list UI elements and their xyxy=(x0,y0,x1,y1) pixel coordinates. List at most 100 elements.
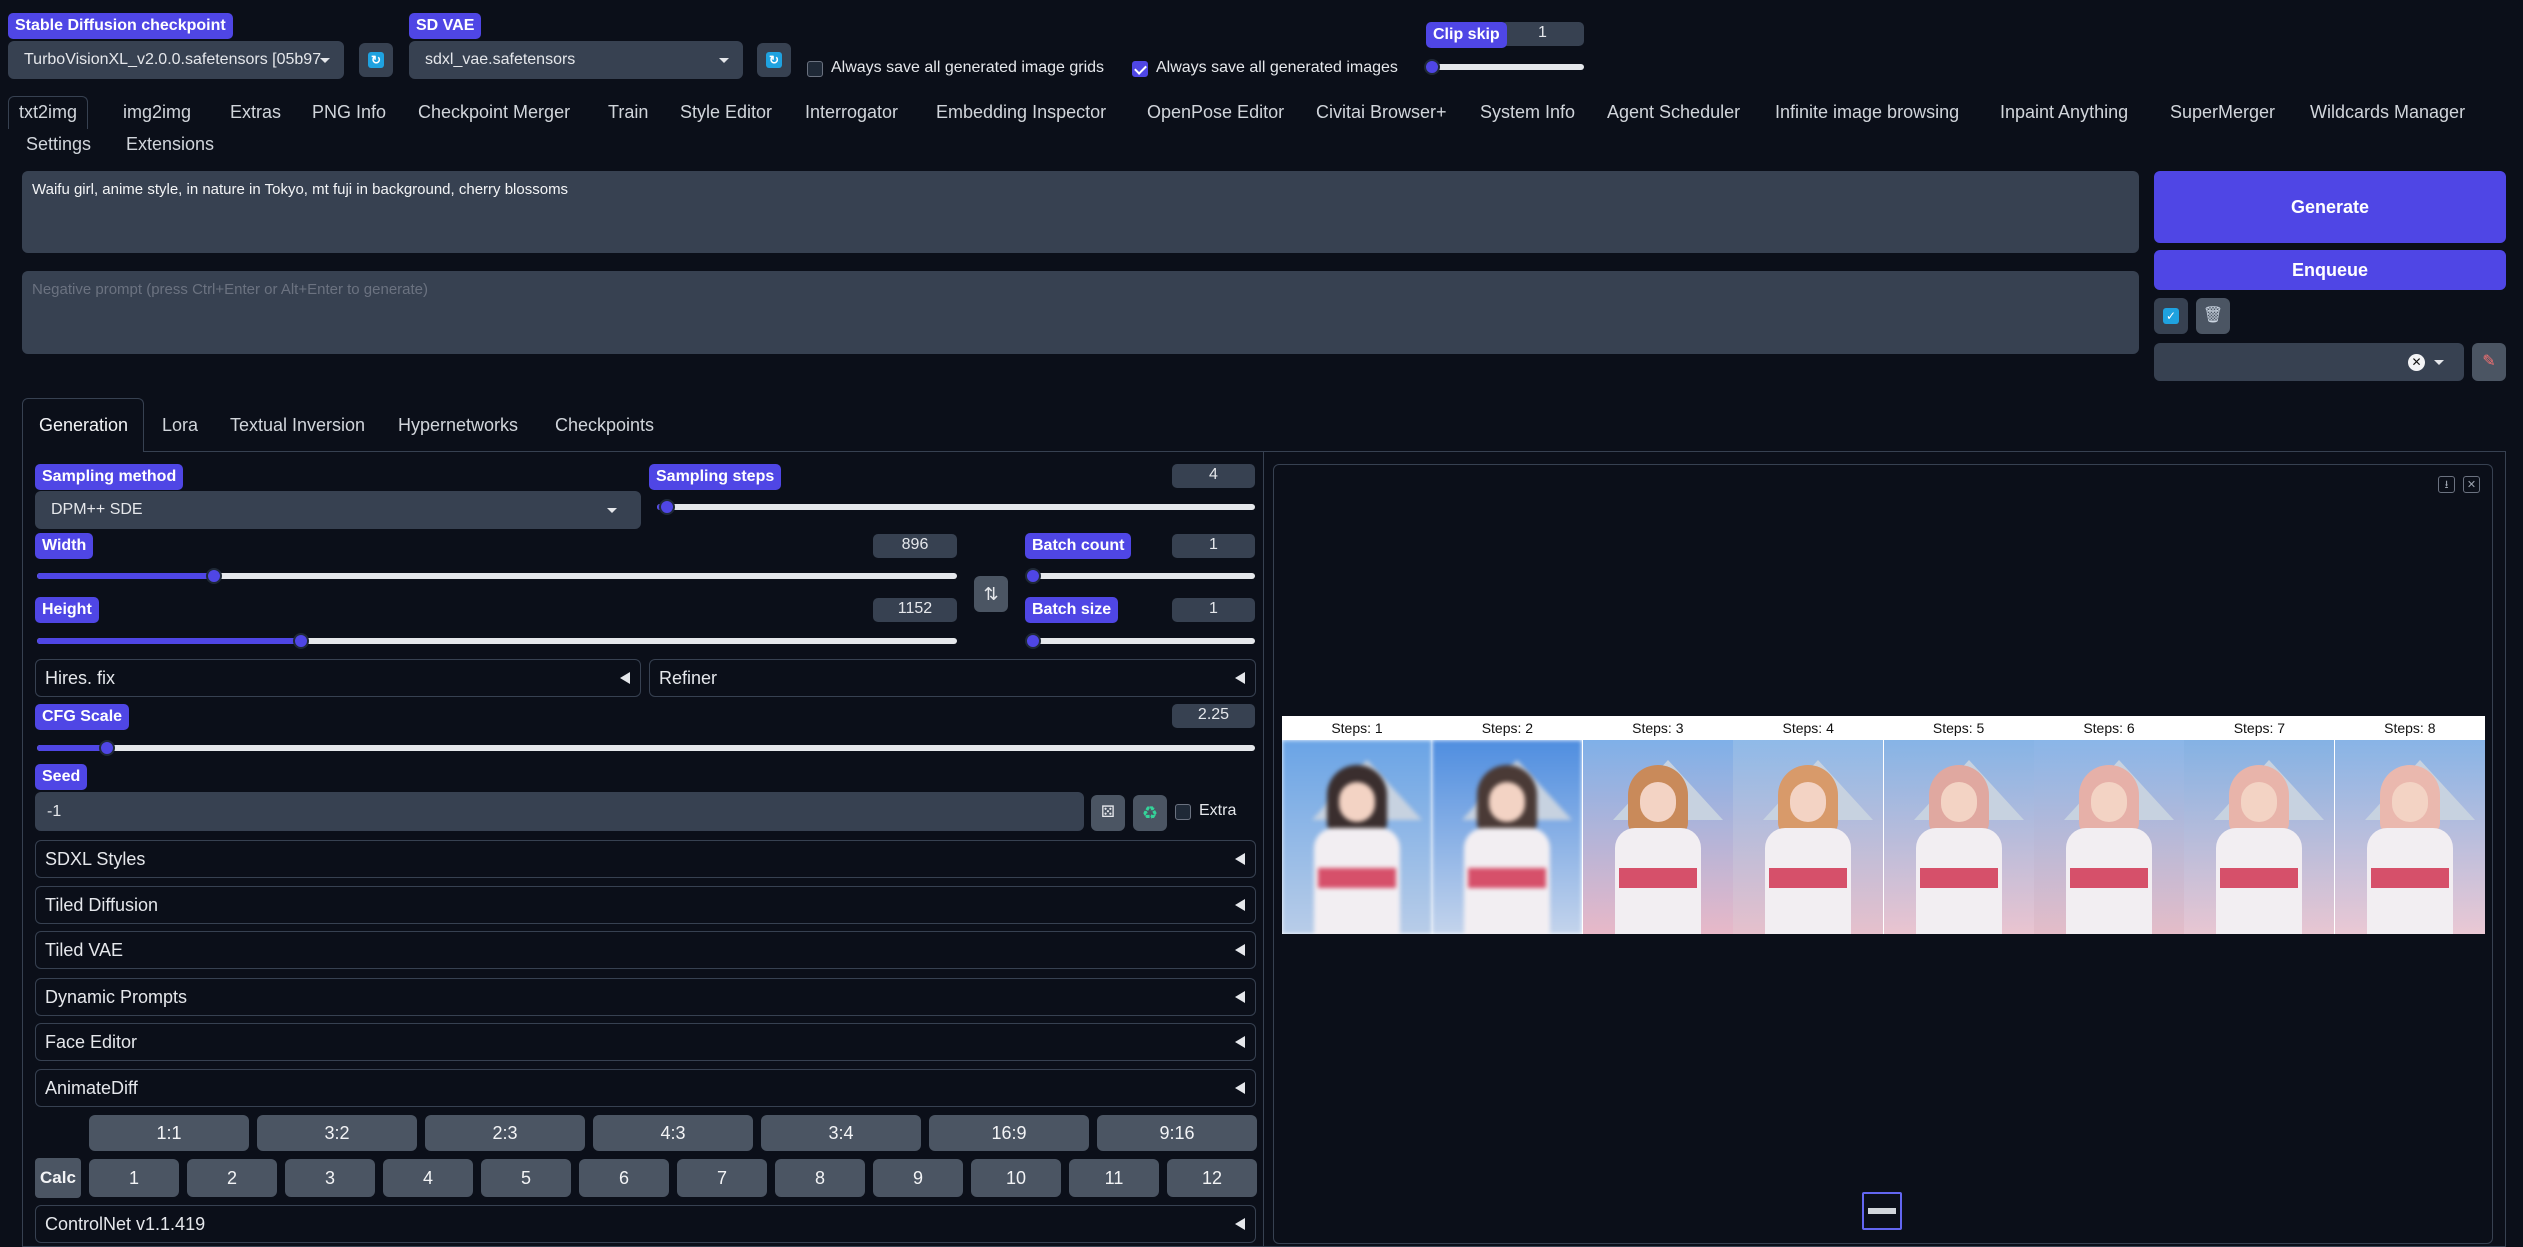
tab-inpaint-anything[interactable]: Inpaint Anything xyxy=(2000,100,2128,132)
generate-button[interactable]: Generate xyxy=(2154,171,2506,243)
ratio-button-9-16[interactable]: 9:16 xyxy=(1097,1115,1257,1151)
tab-supermerger[interactable]: SuperMerger xyxy=(2170,100,2275,132)
number-button-1[interactable]: 1 xyxy=(89,1159,179,1197)
number-button-7[interactable]: 7 xyxy=(677,1159,767,1197)
seed-input[interactable]: -1 xyxy=(35,792,1084,831)
paint-brush-icon[interactable]: ✎ xyxy=(2472,343,2506,381)
tab-agent-scheduler[interactable]: Agent Scheduler xyxy=(1607,100,1740,132)
generated-image[interactable] xyxy=(1582,740,1733,934)
width-slider[interactable] xyxy=(37,568,957,584)
tab-extras[interactable]: Extras xyxy=(230,100,281,132)
save-grids-checkbox[interactable] xyxy=(807,61,823,77)
clip-skip-input[interactable]: 1 xyxy=(1501,22,1584,46)
accordion-tiled-vae[interactable]: Tiled VAE xyxy=(35,931,1256,969)
tab-style-editor[interactable]: Style Editor xyxy=(680,100,772,132)
accordion-dynamic-prompts[interactable]: Dynamic Prompts xyxy=(35,978,1256,1016)
height-input[interactable]: 1152 xyxy=(873,598,957,622)
ratio-button-4-3[interactable]: 4:3 xyxy=(593,1115,753,1151)
subtab-checkpoints[interactable]: Checkpoints xyxy=(555,410,654,440)
accordion-tiled-diffusion[interactable]: Tiled Diffusion xyxy=(35,886,1256,924)
tab-infinite-image-browsing[interactable]: Infinite image browsing xyxy=(1775,100,1959,132)
sampling-steps-slider[interactable] xyxy=(657,499,1255,515)
ratio-button-3-2[interactable]: 3:2 xyxy=(257,1115,417,1151)
tab-wildcards-manager[interactable]: Wildcards Manager xyxy=(2310,100,2465,132)
generated-image[interactable] xyxy=(1282,740,1432,934)
number-button-10[interactable]: 10 xyxy=(971,1159,1061,1197)
trash-icon[interactable]: 🗑 xyxy=(2196,298,2230,334)
gallery-thumbnail[interactable] xyxy=(1862,1192,1902,1230)
number-button-11[interactable]: 11 xyxy=(1069,1159,1159,1197)
generated-image[interactable] xyxy=(1883,740,2034,934)
slider-handle[interactable] xyxy=(1025,633,1041,649)
tab-png-info[interactable]: PNG Info xyxy=(312,100,386,132)
styles-dropdown[interactable]: ✕ xyxy=(2154,343,2464,381)
number-button-6[interactable]: 6 xyxy=(579,1159,669,1197)
cfg-scale-input[interactable]: 2.25 xyxy=(1172,704,1255,728)
generated-image[interactable] xyxy=(1432,740,1583,934)
calc-button[interactable]: Calc xyxy=(35,1158,81,1198)
accordion-face-editor[interactable]: Face Editor xyxy=(35,1023,1256,1061)
slider-handle[interactable] xyxy=(206,568,222,584)
slider-handle[interactable] xyxy=(1424,59,1440,75)
enqueue-button[interactable]: Enqueue xyxy=(2154,250,2506,290)
dice-icon[interactable]: ⚄ xyxy=(1091,795,1125,831)
generated-image[interactable] xyxy=(2184,740,2335,934)
ratio-button-2-3[interactable]: 2:3 xyxy=(425,1115,585,1151)
checkpoint-dropdown[interactable]: TurboVisionXL_v2.0.0.safetensors [05b97 xyxy=(8,41,344,79)
apply-styles-button[interactable]: ✓ xyxy=(2154,298,2188,334)
save-images-checkbox[interactable] xyxy=(1132,61,1148,77)
tab-interrogator[interactable]: Interrogator xyxy=(805,100,898,132)
tab-checkpoint-merger[interactable]: Checkpoint Merger xyxy=(418,100,570,132)
batch-size-slider[interactable] xyxy=(1025,633,1255,649)
subtab-textual-inversion[interactable]: Textual Inversion xyxy=(230,410,365,440)
subtab-generation[interactable]: Generation xyxy=(39,410,128,440)
clip-skip-slider[interactable] xyxy=(1424,59,1584,75)
number-button-9[interactable]: 9 xyxy=(873,1159,963,1197)
batch-count-input[interactable]: 1 xyxy=(1172,534,1255,558)
width-input[interactable]: 896 xyxy=(873,534,957,558)
tab-settings[interactable]: Settings xyxy=(26,129,91,159)
tab-system-info[interactable]: System Info xyxy=(1480,100,1575,132)
recycle-icon[interactable]: ♻ xyxy=(1133,795,1167,831)
accordion-sdxl-styles[interactable]: SDXL Styles xyxy=(35,840,1256,878)
negative-prompt-input[interactable]: Negative prompt (press Ctrl+Enter or Alt… xyxy=(22,271,2139,354)
tab-civitai-browser[interactable]: Civitai Browser+ xyxy=(1316,100,1447,132)
tab-txt2img[interactable]: txt2img xyxy=(8,96,89,129)
subtab-hypernetworks[interactable]: Hypernetworks xyxy=(398,410,518,440)
generated-image[interactable] xyxy=(2034,740,2184,934)
controlnet-accordion[interactable]: ControlNet v1.1.419 xyxy=(35,1205,1256,1243)
tab-extensions[interactable]: Extensions xyxy=(126,129,214,159)
number-button-12[interactable]: 12 xyxy=(1167,1159,1257,1197)
generated-image[interactable] xyxy=(1733,740,1884,934)
number-button-5[interactable]: 5 xyxy=(481,1159,571,1197)
generated-image[interactable] xyxy=(2334,740,2485,934)
batch-count-slider[interactable] xyxy=(1025,568,1255,584)
slider-handle[interactable] xyxy=(293,633,309,649)
tab-openpose-editor[interactable]: OpenPose Editor xyxy=(1147,100,1284,132)
batch-size-input[interactable]: 1 xyxy=(1172,598,1255,622)
tab-train[interactable]: Train xyxy=(608,100,648,132)
subtab-lora[interactable]: Lora xyxy=(162,410,198,440)
swap-dimensions-icon[interactable]: ⇅ xyxy=(974,576,1008,612)
number-button-4[interactable]: 4 xyxy=(383,1159,473,1197)
number-button-8[interactable]: 8 xyxy=(775,1159,865,1197)
sampling-steps-input[interactable]: 4 xyxy=(1172,464,1255,488)
hires-fix-accordion[interactable]: Hires. fix xyxy=(35,659,641,697)
cfg-scale-slider[interactable] xyxy=(37,740,1255,756)
number-button-2[interactable]: 2 xyxy=(187,1159,277,1197)
slider-handle[interactable] xyxy=(659,499,675,515)
number-button-3[interactable]: 3 xyxy=(285,1159,375,1197)
height-slider[interactable] xyxy=(37,633,957,649)
slider-handle[interactable] xyxy=(99,740,115,756)
close-icon[interactable]: ✕ xyxy=(2463,476,2480,493)
accordion-animatediff[interactable]: AnimateDiff xyxy=(35,1069,1256,1107)
ratio-button-3-4[interactable]: 3:4 xyxy=(761,1115,921,1151)
vae-dropdown[interactable]: sdxl_vae.safetensors xyxy=(409,41,743,79)
ratio-button-16-9[interactable]: 16:9 xyxy=(929,1115,1089,1151)
clear-icon[interactable]: ✕ xyxy=(2408,354,2425,371)
tab-img2img[interactable]: img2img xyxy=(123,100,191,132)
download-icon[interactable]: ⭳ xyxy=(2438,476,2455,493)
refresh-vae-button[interactable]: ↻ xyxy=(757,43,791,77)
extra-checkbox[interactable] xyxy=(1175,804,1191,820)
refiner-accordion[interactable]: Refiner xyxy=(649,659,1256,697)
